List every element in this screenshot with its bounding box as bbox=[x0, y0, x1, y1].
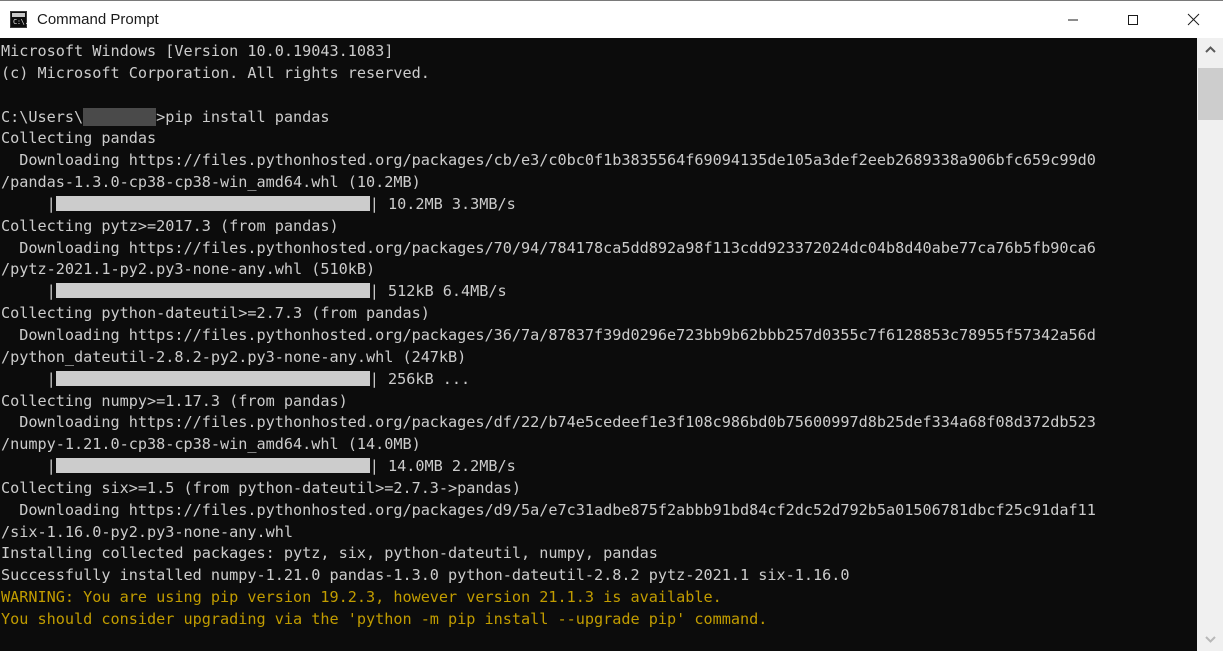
command-prompt-window: C:\. Command Prompt bbox=[0, 0, 1223, 651]
chevron-down-icon bbox=[1205, 635, 1216, 643]
console-line: You should consider upgrading via the 'p… bbox=[1, 609, 1197, 631]
chevron-up-icon bbox=[1205, 46, 1216, 54]
progress-indent: | bbox=[1, 282, 56, 300]
close-button[interactable] bbox=[1163, 1, 1223, 38]
console-lines: Microsoft Windows [Version 10.0.19043.10… bbox=[0, 38, 1197, 631]
progress-indent: | bbox=[1, 370, 56, 388]
console-line: | | 10.2MB 3.3MB/s bbox=[1, 194, 1197, 216]
console-line: Installing collected packages: pytz, six… bbox=[1, 543, 1197, 565]
console-line: Downloading https://files.pythonhosted.o… bbox=[1, 500, 1197, 522]
console-line bbox=[1, 85, 1197, 107]
prompt-command: >pip install pandas bbox=[156, 108, 329, 126]
vertical-scrollbar[interactable] bbox=[1197, 38, 1223, 651]
console-line: (c) Microsoft Corporation. All rights re… bbox=[1, 63, 1197, 85]
console-line: /pytz-2021.1-py2.py3-none-any.whl (510kB… bbox=[1, 259, 1197, 281]
progress-indent: | bbox=[1, 457, 56, 475]
console-line: Collecting python-dateutil>=2.7.3 (from … bbox=[1, 303, 1197, 325]
close-icon bbox=[1187, 13, 1200, 26]
minimize-icon bbox=[1067, 14, 1079, 26]
progress-bar bbox=[56, 283, 370, 298]
progress-bar bbox=[56, 196, 370, 211]
console-line: Collecting pytz>=2017.3 (from pandas) bbox=[1, 216, 1197, 238]
scroll-thumb[interactable] bbox=[1198, 68, 1223, 120]
console-line: | | 512kB 6.4MB/s bbox=[1, 281, 1197, 303]
scroll-track[interactable] bbox=[1198, 62, 1223, 627]
progress-bar bbox=[56, 458, 370, 473]
progress-status: | 256kB ... bbox=[370, 370, 470, 388]
console-line: Microsoft Windows [Version 10.0.19043.10… bbox=[1, 41, 1197, 63]
console-line: Downloading https://files.pythonhosted.o… bbox=[1, 325, 1197, 347]
scroll-up-arrow[interactable] bbox=[1198, 38, 1223, 62]
console-line: | | 14.0MB 2.2MB/s bbox=[1, 456, 1197, 478]
console-line: Collecting pandas bbox=[1, 128, 1197, 150]
console-line: Downloading https://files.pythonhosted.o… bbox=[1, 238, 1197, 260]
window-title: Command Prompt bbox=[37, 11, 159, 28]
cmd-icon: C:\. bbox=[10, 11, 27, 28]
console-line: /python_dateutil-2.8.2-py2.py3-none-any.… bbox=[1, 347, 1197, 369]
title-bar-left: C:\. Command Prompt bbox=[0, 11, 159, 28]
console-line: /pandas-1.3.0-cp38-cp38-win_amd64.whl (1… bbox=[1, 172, 1197, 194]
progress-indent: | bbox=[1, 195, 56, 213]
maximize-button[interactable] bbox=[1103, 1, 1163, 38]
console-line: | | 256kB ... bbox=[1, 369, 1197, 391]
window-controls bbox=[1043, 1, 1223, 38]
console-line: Successfully installed numpy-1.21.0 pand… bbox=[1, 565, 1197, 587]
title-bar[interactable]: C:\. Command Prompt bbox=[0, 1, 1223, 38]
console-line: Collecting numpy>=1.17.3 (from pandas) bbox=[1, 391, 1197, 413]
console-line: Downloading https://files.pythonhosted.o… bbox=[1, 412, 1197, 434]
console-line: C:\Users\ >pip install pandas bbox=[1, 107, 1197, 129]
maximize-icon bbox=[1127, 14, 1139, 26]
scroll-down-arrow[interactable] bbox=[1198, 627, 1223, 651]
console-line: Collecting six>=1.5 (from python-dateuti… bbox=[1, 478, 1197, 500]
console-output[interactable]: Microsoft Windows [Version 10.0.19043.10… bbox=[0, 38, 1197, 651]
progress-status: | 14.0MB 2.2MB/s bbox=[370, 457, 516, 475]
console-line: WARNING: You are using pip version 19.2.… bbox=[1, 587, 1197, 609]
progress-bar bbox=[56, 371, 370, 386]
progress-status: | 512kB 6.4MB/s bbox=[370, 282, 507, 300]
console-line: /six-1.16.0-py2.py3-none-any.whl bbox=[1, 522, 1197, 544]
prompt-prefix: C:\Users\ bbox=[1, 108, 83, 126]
console-line: /numpy-1.21.0-cp38-cp38-win_amd64.whl (1… bbox=[1, 434, 1197, 456]
redacted-username bbox=[83, 108, 156, 126]
console-line: Downloading https://files.pythonhosted.o… bbox=[1, 150, 1197, 172]
minimize-button[interactable] bbox=[1043, 1, 1103, 38]
progress-status: | 10.2MB 3.3MB/s bbox=[370, 195, 516, 213]
console-area: Microsoft Windows [Version 10.0.19043.10… bbox=[0, 38, 1223, 651]
